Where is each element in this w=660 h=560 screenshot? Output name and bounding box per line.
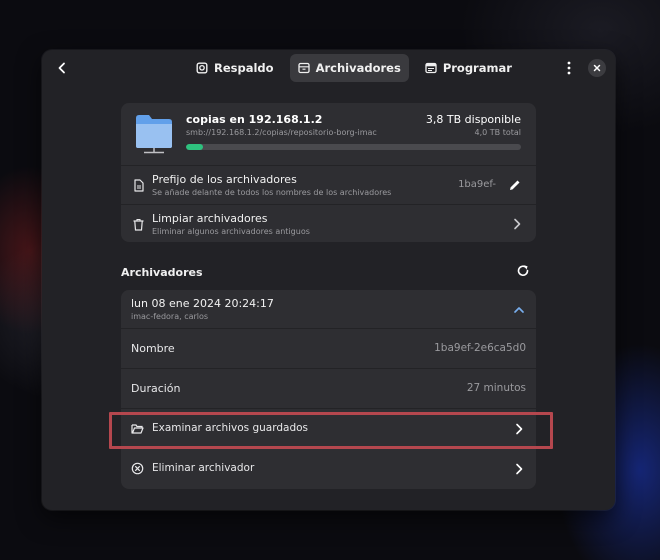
archive-prefix-row[interactable]: Prefijo de los archivadores Se añade del… [121, 165, 536, 204]
app-window: Respaldo Archivadores Programar copias e… [42, 50, 615, 510]
archive-prefix-title: Prefijo de los archivadores [152, 173, 297, 186]
cleanup-archives-title: Limpiar archivadores [152, 212, 268, 225]
archive-header[interactable]: lun 08 ene 2024 20:24:17 imac-fedora, ca… [121, 290, 536, 328]
folder-remote-icon [136, 115, 172, 154]
delete-circle-icon [131, 462, 144, 475]
archive-prefix-subtitle: Se añade delante de todos los nombres de… [152, 188, 392, 197]
browse-saved-files-label: Examinar archivos guardados [152, 422, 309, 434]
archive-duration-label: Duración [131, 382, 181, 395]
repository-title: copias en 192.168.1.2 [186, 113, 323, 126]
chevron-up-icon[interactable] [512, 303, 526, 317]
archive-host-user: imac-fedora, carlos [131, 312, 209, 321]
close-icon [593, 64, 601, 72]
folder-open-icon [131, 424, 144, 434]
back-arrow-icon [58, 62, 65, 74]
repository-available: 3,8 TB disponible [425, 113, 521, 126]
repository-summary: copias en 192.168.1.2 smb://192.168.1.2/… [121, 103, 536, 165]
archive-name-row: Nombre 1ba9ef-2e6ca5d0 [121, 328, 536, 368]
document-icon [134, 179, 144, 192]
tab-respaldo-label: Respaldo [214, 61, 274, 75]
archive-name-value: 1ba9ef-2e6ca5d0 [434, 342, 526, 354]
cleanup-archives-row[interactable]: Limpiar archivadores Eliminar algunos ar… [121, 204, 536, 242]
main-menu-button[interactable] [558, 57, 580, 79]
repository-total: 4,0 TB total [474, 128, 521, 137]
pencil-icon[interactable] [508, 178, 522, 192]
repository-card: copias en 192.168.1.2 smb://192.168.1.2/… [121, 103, 536, 242]
view-switcher: Respaldo Archivadores Programar [188, 54, 520, 82]
archive-icon [297, 62, 310, 74]
calendar-icon [425, 62, 437, 74]
back-button[interactable] [50, 56, 74, 80]
tab-programar[interactable]: Programar [417, 54, 520, 82]
tab-archivadores[interactable]: Archivadores [289, 54, 409, 82]
archive-duration-row: Duración 27 minutos [121, 368, 536, 408]
chevron-right-icon [516, 463, 523, 475]
close-button[interactable] [588, 59, 606, 77]
kebab-menu-icon [567, 61, 571, 75]
storage-usage-bar [186, 144, 521, 150]
chevron-right-icon [516, 423, 523, 435]
cleanup-archives-subtitle: Eliminar algunos archivadores antiguos [152, 227, 310, 236]
backup-icon [196, 62, 208, 74]
storage-usage-fill [186, 144, 203, 150]
header-bar: Respaldo Archivadores Programar [42, 50, 615, 86]
archive-name-label: Nombre [131, 342, 175, 355]
delete-archive-label: Eliminar archivador [152, 462, 255, 474]
refresh-icon[interactable] [516, 264, 530, 278]
chevron-right-icon [514, 218, 521, 230]
tab-archivadores-label: Archivadores [315, 61, 401, 75]
archives-section-title: Archivadores [121, 266, 203, 279]
archive-date: lun 08 ene 2024 20:24:17 [131, 297, 274, 310]
trash-icon [133, 218, 144, 231]
browse-saved-files-row[interactable]: Examinar archivos guardados [121, 408, 536, 448]
tab-respaldo[interactable]: Respaldo [188, 54, 282, 82]
archive-card: lun 08 ene 2024 20:24:17 imac-fedora, ca… [121, 290, 536, 489]
archive-prefix-value: 1ba9ef- [458, 179, 496, 190]
delete-archive-row[interactable]: Eliminar archivador [121, 448, 536, 488]
repository-url: smb://192.168.1.2/copias/repositorio-bor… [186, 128, 377, 137]
tab-programar-label: Programar [442, 61, 512, 75]
archive-duration-value: 27 minutos [466, 382, 526, 394]
